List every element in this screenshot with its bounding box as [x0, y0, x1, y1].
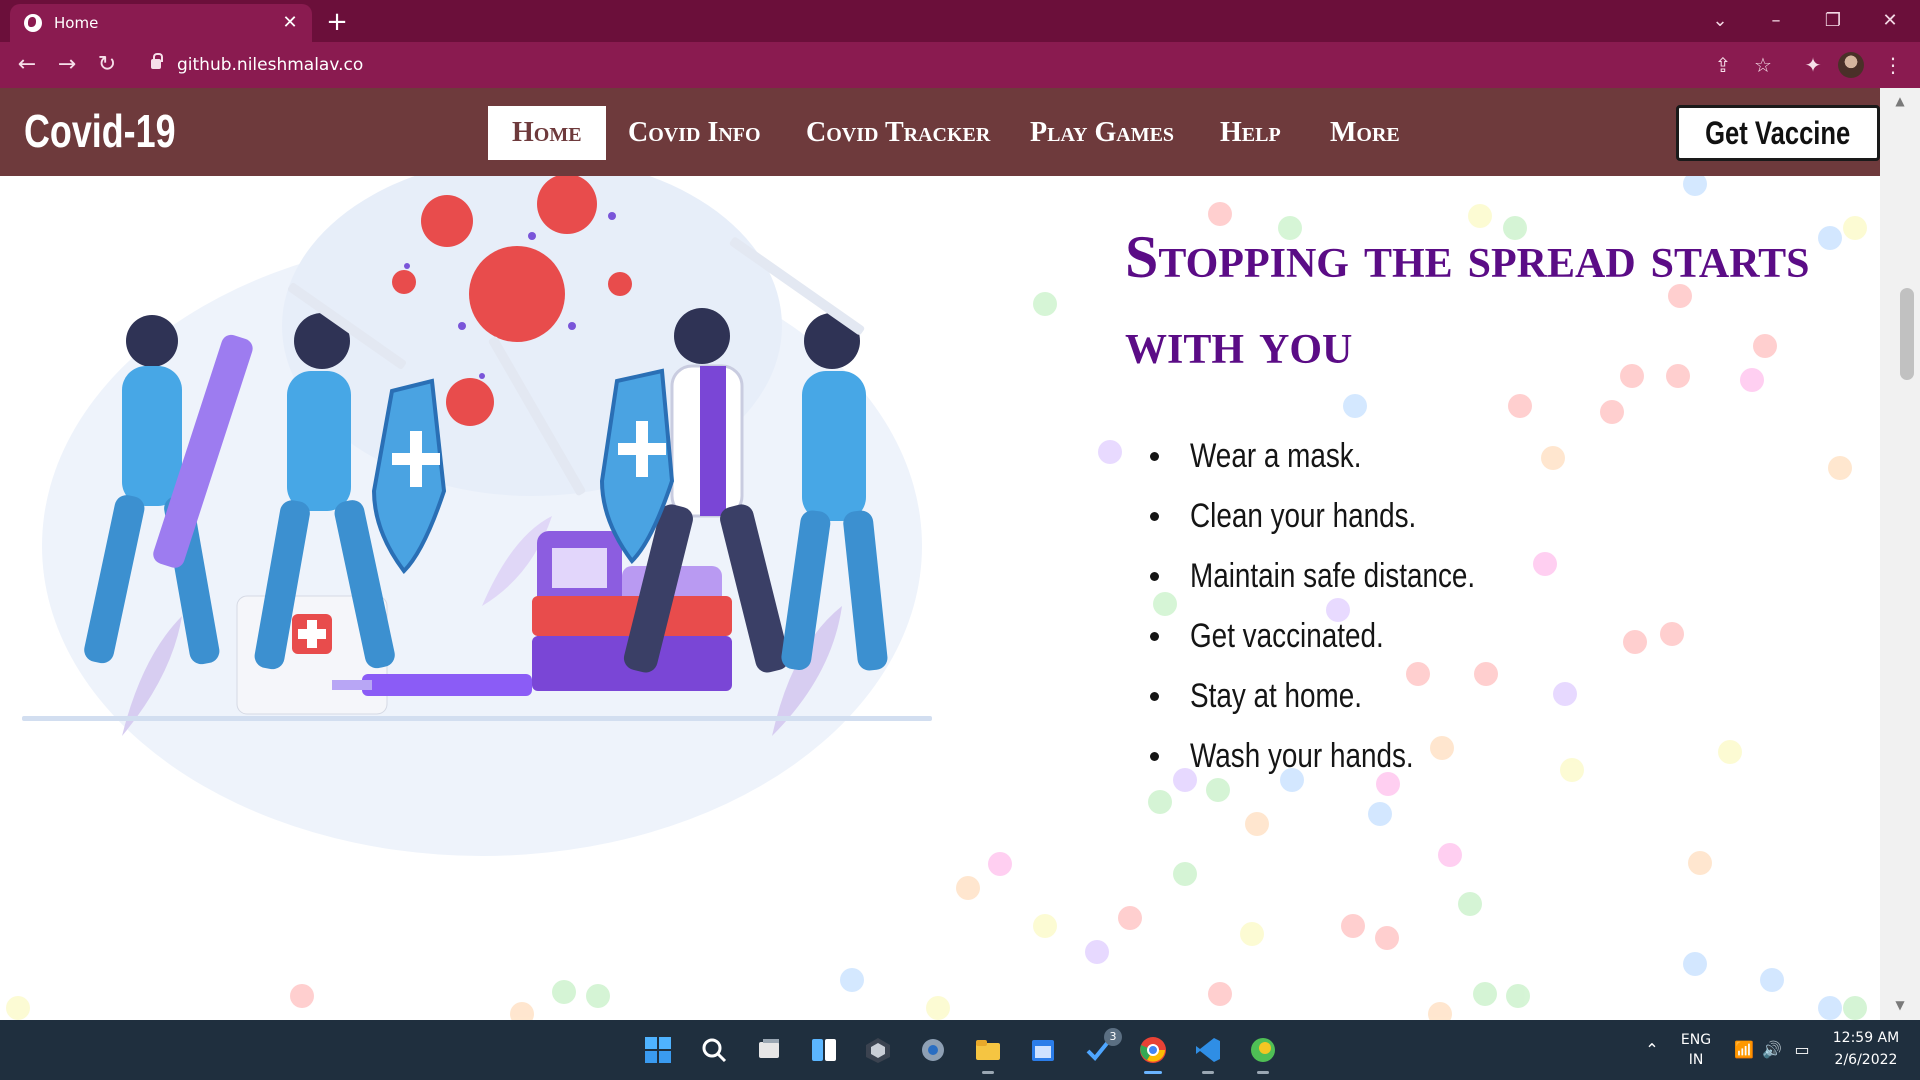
hero-headline: Stopping the spread starts with you — [1125, 224, 1810, 376]
task-view-icon[interactable] — [749, 1030, 789, 1070]
address-bar[interactable]: github.nileshmalav.co — [136, 49, 1676, 81]
url-text[interactable]: github.nileshmalav.co — [177, 55, 363, 75]
running-indicator — [982, 1071, 994, 1074]
close-window-button[interactable]: ✕ — [1870, 6, 1910, 36]
minimize-button[interactable]: – — [1756, 6, 1796, 36]
tip-text: Stay at home. — [1190, 677, 1363, 715]
todo-icon[interactable]: 3 — [1078, 1028, 1122, 1070]
tip-item: Get vaccinated. — [1150, 614, 1538, 674]
share-icon[interactable]: ⇪ — [1708, 50, 1738, 80]
puzzle-icon[interactable]: ✦ — [1798, 50, 1828, 80]
tip-item: Maintain safe distance. — [1150, 554, 1538, 614]
nav-covid-tracker[interactable]: Covid Tracker — [782, 106, 1014, 160]
bullet-icon — [1150, 632, 1159, 641]
language-indicator-top[interactable]: ENG — [1680, 1032, 1712, 1048]
scrollbar-thumb[interactable] — [1900, 288, 1914, 380]
kebab-menu-icon[interactable]: ⋮ — [1878, 50, 1908, 80]
clock-time[interactable]: 12:59 AM — [1826, 1030, 1906, 1046]
running-indicator — [1144, 1071, 1162, 1074]
bullet-icon — [1150, 692, 1159, 701]
restore-button[interactable]: ❐ — [1813, 6, 1853, 36]
calendar-icon[interactable] — [1023, 1030, 1063, 1070]
wifi-icon[interactable]: 📶 — [1732, 1040, 1756, 1060]
file-explorer-icon[interactable] — [968, 1030, 1008, 1074]
tip-text: Clean your hands. — [1190, 497, 1417, 535]
widgets-icon[interactable] — [804, 1030, 844, 1070]
tip-text: Get vaccinated. — [1190, 617, 1384, 655]
tip-item: Wear a mask. — [1150, 434, 1538, 494]
nav-play-games[interactable]: Play Games — [1006, 106, 1198, 160]
bullet-icon — [1150, 452, 1159, 461]
profile-avatar[interactable] — [1838, 52, 1864, 78]
windows-taskbar: 3 ⌃ ENG IN 📶 🔊 ▭ 12:59 AM 2/6/2022 — [0, 1020, 1920, 1080]
lock-icon[interactable] — [151, 53, 163, 69]
browser-toolbar: ← → ↻ github.nileshmalav.co ⇪ ☆ ✦ ⋮ — [0, 42, 1920, 88]
tip-text: Wash your hands. — [1190, 737, 1414, 775]
covid-warriors-illustration — [22, 176, 932, 856]
reload-button[interactable]: ↻ — [92, 50, 122, 80]
battery-icon[interactable]: ▭ — [1790, 1040, 1814, 1060]
browser-tab-strip: Home ✕ + ⌄ – ❐ ✕ — [0, 0, 1920, 42]
nav-home[interactable]: Home — [488, 106, 606, 160]
page-scrollbar[interactable]: ▲ ▼ — [1880, 88, 1920, 1020]
star-icon[interactable]: ☆ — [1748, 50, 1778, 80]
github-desktop-icon[interactable] — [858, 1030, 898, 1070]
get-vaccine-label: Get Vaccine — [1705, 115, 1851, 151]
tray-chevron-icon[interactable]: ⌃ — [1640, 1040, 1664, 1060]
clock-date[interactable]: 2/6/2022 — [1826, 1052, 1906, 1068]
language-indicator-bottom[interactable]: IN — [1680, 1052, 1712, 1068]
new-tab-button[interactable]: + — [322, 8, 352, 38]
tab-close-button[interactable]: ✕ — [278, 11, 302, 35]
forward-button[interactable]: → — [52, 50, 82, 80]
site-brand[interactable]: Covid-19 — [24, 104, 176, 158]
chrome-icon[interactable] — [1133, 1030, 1173, 1074]
tab-title: Home — [54, 14, 99, 32]
browser-tab-home[interactable]: Home ✕ — [10, 4, 312, 42]
bullet-icon — [1150, 572, 1159, 581]
nav-help[interactable]: Help — [1196, 106, 1305, 160]
tip-item: Clean your hands. — [1150, 494, 1538, 554]
todo-badge: 3 — [1104, 1028, 1122, 1046]
running-indicator — [1202, 1071, 1214, 1074]
back-button[interactable]: ← — [12, 50, 42, 80]
volume-icon[interactable]: 🔊 — [1760, 1040, 1784, 1060]
get-vaccine-button[interactable]: Get Vaccine — [1676, 105, 1880, 161]
prevention-tips-list: Wear a mask. Clean your hands. Maintain … — [1150, 434, 1538, 794]
vscode-icon[interactable] — [1188, 1030, 1228, 1074]
tip-text: Wear a mask. — [1190, 437, 1362, 475]
running-indicator — [1257, 1071, 1269, 1074]
search-icon[interactable] — [694, 1030, 734, 1070]
scroll-up-arrow-icon[interactable]: ▲ — [1892, 94, 1908, 110]
settings-icon[interactable] — [913, 1030, 953, 1070]
tab-search-button[interactable]: ⌄ — [1700, 6, 1740, 36]
site-navbar: Covid-19 Home Covid Info Covid Tracker P… — [0, 88, 1880, 176]
nav-covid-info[interactable]: Covid Info — [604, 106, 785, 160]
hero-section: Stopping the spread starts with you Wear… — [0, 176, 1880, 1020]
globe-icon — [24, 14, 42, 32]
nav-more[interactable]: More — [1306, 106, 1424, 160]
tip-item: Stay at home. — [1150, 674, 1538, 734]
tip-item: Wash your hands. — [1150, 734, 1538, 794]
tip-text: Maintain safe distance. — [1190, 557, 1476, 595]
scroll-down-arrow-icon[interactable]: ▼ — [1892, 998, 1908, 1014]
bullet-icon — [1150, 512, 1159, 521]
edge-canary-icon[interactable] — [1243, 1030, 1283, 1074]
windows-start-icon[interactable] — [638, 1030, 678, 1070]
bullet-icon — [1150, 752, 1159, 761]
